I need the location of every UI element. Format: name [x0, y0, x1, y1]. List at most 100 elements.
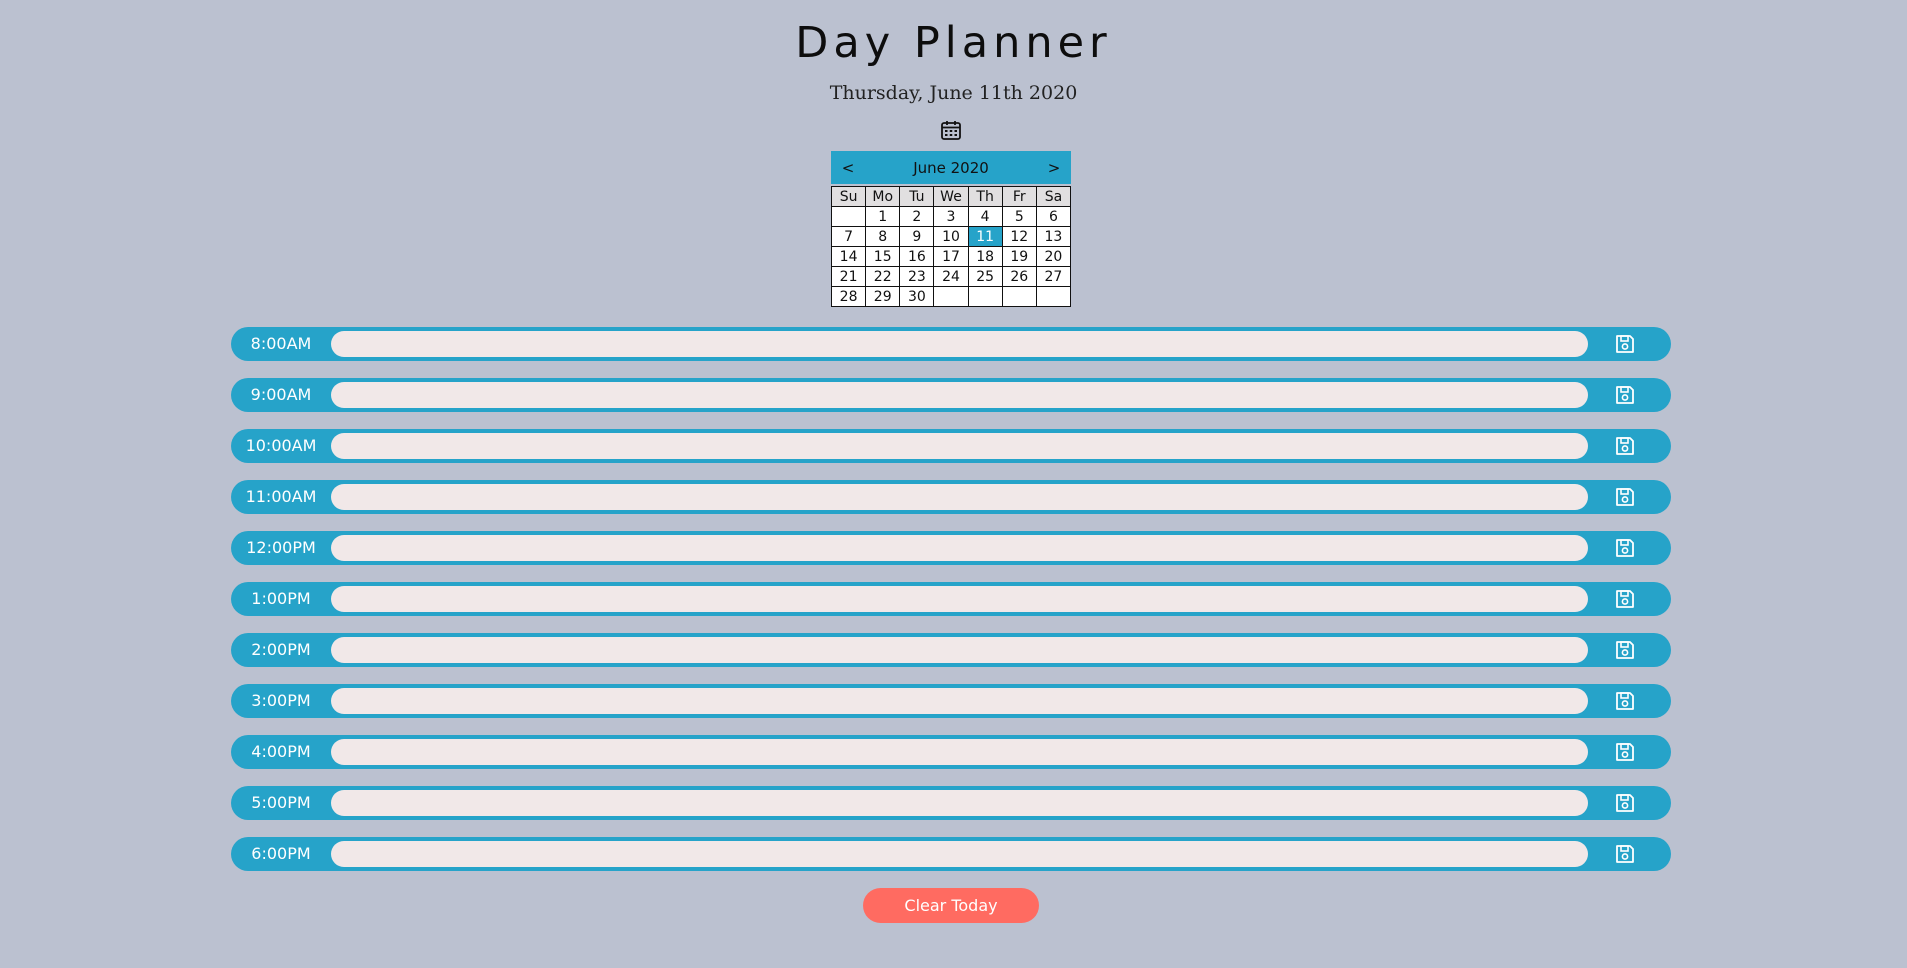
save-icon[interactable] — [1614, 843, 1636, 865]
hour-label: 11:00AM — [245, 487, 317, 506]
calendar-week: 14 15 16 17 18 19 20 — [830, 246, 1072, 267]
event-input[interactable] — [331, 841, 1588, 867]
calendar-weekday: Su — [830, 186, 867, 207]
calendar-day[interactable]: 12 — [1001, 226, 1037, 247]
calendar-day[interactable]: 9 — [899, 226, 935, 247]
calendar-empty-cell — [967, 286, 1003, 307]
event-input[interactable] — [331, 331, 1588, 357]
calendar-day[interactable]: 11 — [967, 226, 1003, 247]
calendar-day[interactable]: 21 — [830, 266, 867, 287]
time-block-row: 9:00AM — [231, 378, 1671, 412]
calendar-weekday: Sa — [1035, 186, 1072, 207]
event-input[interactable] — [331, 433, 1588, 459]
calendar-day[interactable]: 28 — [830, 286, 867, 307]
hour-label: 9:00AM — [250, 385, 312, 404]
save-icon[interactable] — [1614, 588, 1636, 610]
calendar-day[interactable]: 2 — [899, 206, 935, 227]
page-title: Day Planner — [795, 18, 1112, 68]
calendar-day[interactable]: 3 — [933, 206, 969, 227]
hour-label: 10:00AM — [245, 436, 317, 455]
calendar-day[interactable]: 16 — [899, 246, 935, 267]
hour-label: 1:00PM — [251, 589, 311, 608]
hour-label: 12:00PM — [246, 538, 316, 557]
event-input[interactable] — [331, 586, 1588, 612]
calendar-day[interactable]: 15 — [865, 246, 901, 267]
save-icon[interactable] — [1614, 792, 1636, 814]
hour-label: 2:00PM — [251, 640, 311, 659]
calendar-day[interactable]: 6 — [1035, 206, 1072, 227]
time-block-row: 4:00PM — [231, 735, 1671, 769]
calendar-day[interactable]: 27 — [1035, 266, 1072, 287]
calendar-next-button[interactable]: > — [1037, 159, 1071, 177]
event-input[interactable] — [331, 382, 1588, 408]
time-block-row: 10:00AM — [231, 429, 1671, 463]
event-input[interactable] — [331, 688, 1588, 714]
event-input[interactable] — [331, 535, 1588, 561]
save-icon[interactable] — [1614, 384, 1636, 406]
calendar-widget: < June 2020 > Su Mo Tu We Th Fr Sa 1 2 3 4 5 6 7 8 9 10… — [830, 151, 1072, 307]
time-block-row: 12:00PM — [231, 531, 1671, 565]
time-block-row: 8:00AM — [231, 327, 1671, 361]
save-icon[interactable] — [1614, 486, 1636, 508]
event-input[interactable] — [331, 790, 1588, 816]
hour-rows: 8:00AM 9:00AM 10:00AM 11:00AM 12:00PM 1:00PM 2… — [231, 327, 1671, 888]
calendar-week: 28 29 30 — [830, 286, 1072, 307]
calendar-empty-cell — [1035, 286, 1072, 307]
calendar-month-label: June 2020 — [913, 158, 989, 177]
calendar-day[interactable]: 5 — [1001, 206, 1037, 227]
calendar-day[interactable]: 14 — [830, 246, 867, 267]
event-input[interactable] — [331, 484, 1588, 510]
save-icon[interactable] — [1614, 435, 1636, 457]
hour-label: 3:00PM — [251, 691, 311, 710]
save-icon[interactable] — [1614, 333, 1636, 355]
calendar-day[interactable]: 26 — [1001, 266, 1037, 287]
calendar-day[interactable]: 18 — [967, 246, 1003, 267]
calendar-day[interactable]: 8 — [865, 226, 901, 247]
hour-label: 5:00PM — [251, 793, 311, 812]
time-block-row: 6:00PM — [231, 837, 1671, 871]
save-icon[interactable] — [1614, 639, 1636, 661]
clear-today-button[interactable]: Clear Today — [863, 888, 1039, 923]
calendar-day[interactable]: 23 — [899, 266, 935, 287]
calendar-day[interactable]: 1 — [865, 206, 901, 227]
event-input[interactable] — [331, 739, 1588, 765]
calendar-empty-cell — [1001, 286, 1037, 307]
calendar-weekday: Th — [967, 186, 1003, 207]
calendar-day[interactable]: 29 — [865, 286, 901, 307]
calendar-day[interactable]: 19 — [1001, 246, 1037, 267]
calendar-day[interactable]: 24 — [933, 266, 969, 287]
time-block-row: 1:00PM — [231, 582, 1671, 616]
calendar-day[interactable]: 20 — [1035, 246, 1072, 267]
calendar-day[interactable]: 10 — [933, 226, 969, 247]
event-input[interactable] — [331, 637, 1588, 663]
calendar-day[interactable]: 22 — [865, 266, 901, 287]
calendar-empty-cell — [830, 206, 867, 227]
calendar-week: 123456 — [830, 206, 1072, 227]
time-block-row: 11:00AM — [231, 480, 1671, 514]
time-block-row: 2:00PM — [231, 633, 1671, 667]
save-icon[interactable] — [1614, 690, 1636, 712]
time-block-row: 3:00PM — [231, 684, 1671, 718]
hour-label: 4:00PM — [251, 742, 311, 761]
calendar-day[interactable]: 13 — [1035, 226, 1072, 247]
calendar-prev-button[interactable]: < — [831, 159, 865, 177]
hour-label: 8:00AM — [250, 334, 312, 353]
time-block-row: 5:00PM — [231, 786, 1671, 820]
save-icon[interactable] — [1614, 537, 1636, 559]
calendar-icon[interactable] — [940, 119, 962, 141]
hour-label: 6:00PM — [251, 844, 311, 863]
calendar-grid: Su Mo Tu We Th Fr Sa 1 2 3 4 5 6 7 8 9 10 11 12 13 14 15 16 17… — [830, 186, 1072, 307]
calendar-weekday: Mo — [865, 186, 901, 207]
calendar-header: < June 2020 > — [831, 151, 1071, 184]
calendar-day[interactable]: 4 — [967, 206, 1003, 227]
calendar-empty-cell — [933, 286, 969, 307]
calendar-day[interactable]: 25 — [967, 266, 1003, 287]
current-date: Thursday, June 11th 2020 — [829, 82, 1078, 104]
calendar-weekday: We — [933, 186, 969, 207]
calendar-weekday: Fr — [1001, 186, 1037, 207]
calendar-day[interactable]: 17 — [933, 246, 969, 267]
calendar-day[interactable]: 30 — [899, 286, 935, 307]
calendar-day[interactable]: 7 — [830, 226, 867, 247]
calendar-weekday: Tu — [899, 186, 935, 207]
save-icon[interactable] — [1614, 741, 1636, 763]
